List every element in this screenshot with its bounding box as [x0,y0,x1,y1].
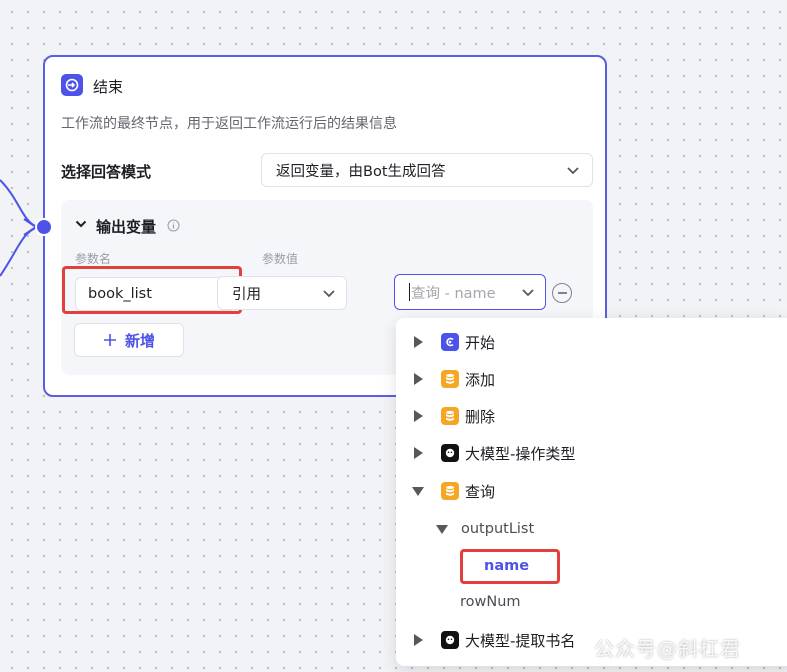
reference-value-input[interactable]: 查询 - name [394,274,546,310]
param-value-label: 参数值 [262,252,299,266]
chevron-down-icon [522,289,534,297]
expand-caret-icon[interactable] [414,336,423,348]
tree-item-output-list[interactable]: outputList [436,517,534,541]
llm-icon [441,631,459,649]
tree-item-start[interactable]: 开始 [414,330,495,354]
answer-mode-select[interactable]: 返回变量，由Bot生成回答 [261,153,593,187]
tree-item-label: 删除 [465,407,496,426]
database-icon [441,407,459,425]
node-description: 工作流的最终节点，用于返回工作流运行后的结果信息 [61,116,397,132]
tree-item-llm-extract[interactable]: 大模型-提取书名 [414,628,575,652]
answer-mode-value: 返回变量，由Bot生成回答 [276,163,446,180]
database-icon [441,370,459,388]
plus-icon [103,334,116,346]
tree-item-llm-operation[interactable]: 大模型-操作类型 [414,441,575,465]
input-port[interactable] [35,218,53,236]
highlight-box-param-name [62,266,242,314]
tree-item-label: rowNum [460,594,521,610]
chevron-down-icon [567,167,579,175]
variable-picker-dropdown: 开始 添加 删除 大模型-操作类型 查询 outputList name row… [396,318,787,666]
tree-item-label: 开始 [465,333,496,352]
info-icon[interactable] [167,219,180,232]
expand-caret-icon[interactable] [414,447,423,459]
tree-item-label: 添加 [465,370,496,389]
tree-item-row-num[interactable]: rowNum [460,590,521,614]
add-variable-button[interactable]: 新增 [74,323,184,357]
database-icon [441,482,459,500]
end-node-icon [61,74,83,96]
answer-mode-label: 选择回答模式 [61,163,152,181]
collapse-chevron-icon[interactable] [75,218,87,230]
value-type-select[interactable]: 引用 [217,276,347,310]
tree-item-query[interactable]: 查询 [412,479,495,503]
tree-item-label: outputList [461,521,535,537]
value-type-value: 引用 [232,286,261,303]
param-name-label: 参数名 [75,252,112,266]
tree-item-label: 大模型-提取书名 [465,631,576,650]
tree-item-label: 查询 [465,482,496,501]
tree-item-delete[interactable]: 删除 [414,404,495,428]
tree-item-label: 大模型-操作类型 [465,444,576,463]
expand-caret-icon[interactable] [414,634,423,646]
reference-placeholder: 查询 - name [411,285,496,302]
expand-caret-icon[interactable] [414,373,423,385]
tree-item-add[interactable]: 添加 [414,367,495,391]
chevron-down-icon [323,290,335,298]
expand-caret-icon[interactable] [414,410,423,422]
text-caret [409,283,410,301]
watermark: 公众号@斜杠君 [594,637,741,661]
collapse-caret-icon[interactable] [436,524,448,534]
start-icon [441,333,459,351]
add-variable-label: 新增 [124,331,155,350]
highlight-box-name [460,549,560,584]
collapse-caret-icon[interactable] [412,486,424,496]
output-variables-title: 输出变量 [96,218,157,236]
node-title: 结束 [93,78,124,96]
minus-icon [557,292,567,294]
llm-icon [441,444,459,462]
remove-variable-button[interactable] [552,283,572,303]
